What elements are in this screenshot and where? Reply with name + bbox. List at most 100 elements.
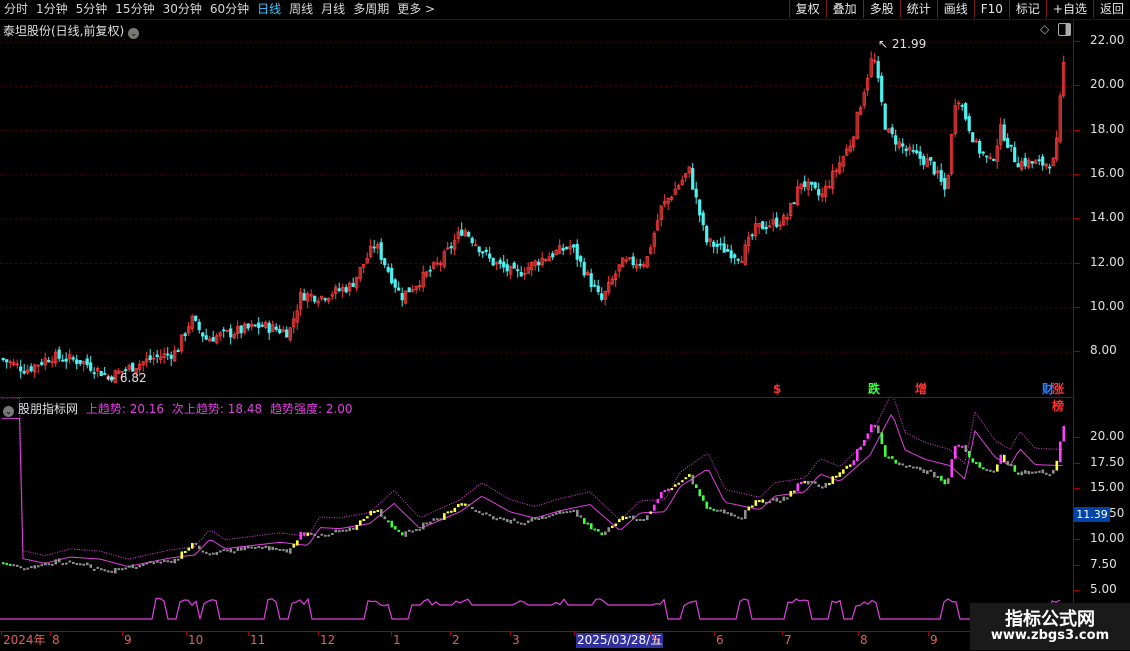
- axis-tick-label: 10.00: [1090, 531, 1125, 545]
- toolbar-button-4[interactable]: 画线: [936, 0, 974, 18]
- indicator-bar: [649, 511, 653, 514]
- toolbar-button-2[interactable]: 多股: [862, 0, 900, 18]
- date-tick: [1, 632, 2, 636]
- indicator-bar: [495, 518, 499, 521]
- indicator-bar: [845, 465, 849, 469]
- candle-body: [5, 359, 9, 363]
- indicator-bar: [166, 560, 170, 563]
- candle-body: [253, 324, 257, 327]
- indicator-bar: [362, 518, 366, 521]
- period-tab-4[interactable]: 30分钟: [163, 1, 202, 18]
- indicator-bar: [180, 551, 184, 559]
- toolbar-button-8[interactable]: 返回: [1092, 0, 1130, 18]
- toolbar-button-6[interactable]: 标记: [1008, 0, 1046, 18]
- toolbar-button-0[interactable]: 复权: [788, 0, 826, 18]
- candle-body: [169, 354, 173, 359]
- indicator-bar: [9, 563, 12, 566]
- candle-body: [386, 267, 390, 272]
- indicator-bar: [75, 562, 79, 565]
- indicator-bar: [835, 475, 838, 478]
- indicator-bar: [453, 507, 457, 513]
- candle-body: [379, 242, 383, 260]
- indicator-bar: [954, 445, 957, 459]
- indicator-bar: [502, 517, 506, 521]
- indicator-bar: [331, 532, 334, 535]
- candle-body: [372, 246, 376, 249]
- indicator-chart[interactable]: [0, 398, 1073, 632]
- indicator-bar: [768, 501, 772, 504]
- candle-body: [344, 287, 348, 293]
- indicator-bar: [170, 560, 173, 563]
- indicator-bar: [394, 526, 397, 530]
- indicator-bar: [317, 536, 320, 539]
- candle-body: [40, 362, 44, 365]
- chevron-down-icon[interactable]: ⌄: [128, 28, 140, 39]
- period-tab-5[interactable]: 60分钟: [210, 1, 249, 18]
- candlestick-panel[interactable]: 泰坦股份(日线,前复权) ⌄ ↖ 21.99 ← 6.82 ◇ $ 跌 增 财 涨…: [0, 20, 1074, 413]
- candle-body: [985, 155, 989, 158]
- chevron-down-icon[interactable]: ⌄: [3, 406, 14, 417]
- indicator-bar: [544, 516, 548, 519]
- event-marker-increase[interactable]: 增: [915, 380, 927, 397]
- period-tab-7[interactable]: 周线: [289, 1, 313, 18]
- indicator-bar: [324, 534, 327, 537]
- candle-body: [29, 366, 33, 372]
- indicator-bar: [754, 500, 758, 506]
- candle-body: [729, 250, 733, 259]
- indicator-bar: [264, 545, 268, 549]
- candle-body: [197, 321, 201, 331]
- period-tab-1[interactable]: 1分钟: [36, 1, 68, 18]
- indicator-bar: [30, 566, 33, 569]
- indicator-bar: [688, 474, 691, 477]
- indicator-bar: [800, 481, 803, 485]
- event-marker-fall[interactable]: 跌: [868, 380, 880, 397]
- indicator-bar: [614, 523, 618, 527]
- indicator-bar: [457, 504, 460, 508]
- toolbar-button-1[interactable]: 叠加: [825, 0, 863, 18]
- indicator-bar: [271, 546, 275, 550]
- date-tick: [928, 632, 929, 636]
- period-tab-8[interactable]: 月线: [321, 1, 345, 18]
- indicator-bar: [397, 529, 401, 532]
- period-tab-10[interactable]: 更多 >: [397, 1, 435, 18]
- panel-toggle-icon[interactable]: [1058, 23, 1071, 36]
- period-tab-9[interactable]: 多周期: [353, 1, 389, 18]
- event-marker-dividend[interactable]: $: [773, 382, 781, 396]
- period-tab-2[interactable]: 5分钟: [76, 1, 108, 18]
- indicator-bar: [334, 529, 338, 533]
- indicator-bar: [569, 510, 572, 513]
- candle-body: [792, 202, 796, 205]
- indicator-bar: [653, 504, 656, 511]
- indicator-bar: [705, 501, 709, 509]
- period-tab-6[interactable]: 日线: [257, 1, 281, 18]
- indicator-bar: [390, 520, 394, 528]
- indicator-bar: [19, 566, 23, 569]
- indicator-bar: [380, 508, 383, 517]
- toolbar-button-5[interactable]: F10: [973, 0, 1009, 18]
- candle-body: [589, 273, 593, 288]
- candle-body: [260, 324, 264, 327]
- indicator-bar: [639, 518, 642, 521]
- indicator-panel[interactable]: ⌄ 股朋指标网 上趋势: 20.16 次上趋势: 18.48 趋势强度: 2.00: [0, 397, 1074, 632]
- indicator-bar: [303, 532, 306, 536]
- axis-tick-label: 18.00: [1090, 121, 1125, 136]
- candle-body: [537, 261, 541, 266]
- candle-body: [176, 350, 180, 352]
- low-price-label: ← 6.82: [106, 371, 147, 385]
- indicator-bar: [558, 510, 562, 514]
- candlestick-chart[interactable]: [0, 20, 1073, 396]
- period-tab-3[interactable]: 15分钟: [115, 1, 154, 18]
- period-tab-0[interactable]: 分时: [4, 1, 28, 18]
- indicator-bar: [723, 509, 726, 514]
- toolbar-button-7[interactable]: +自选: [1045, 0, 1093, 18]
- candle-body: [1023, 157, 1027, 167]
- candle-body: [803, 181, 807, 188]
- indicator-bar: [107, 570, 110, 573]
- indicator-bar: [261, 546, 264, 549]
- indicator-bar: [775, 497, 779, 502]
- indicator-bar: [793, 490, 796, 493]
- date-label: 1: [393, 633, 401, 647]
- toolbar-button-3[interactable]: 统计: [899, 0, 937, 18]
- indicator-bar: [646, 515, 649, 521]
- diamond-icon[interactable]: ◇: [1040, 22, 1049, 36]
